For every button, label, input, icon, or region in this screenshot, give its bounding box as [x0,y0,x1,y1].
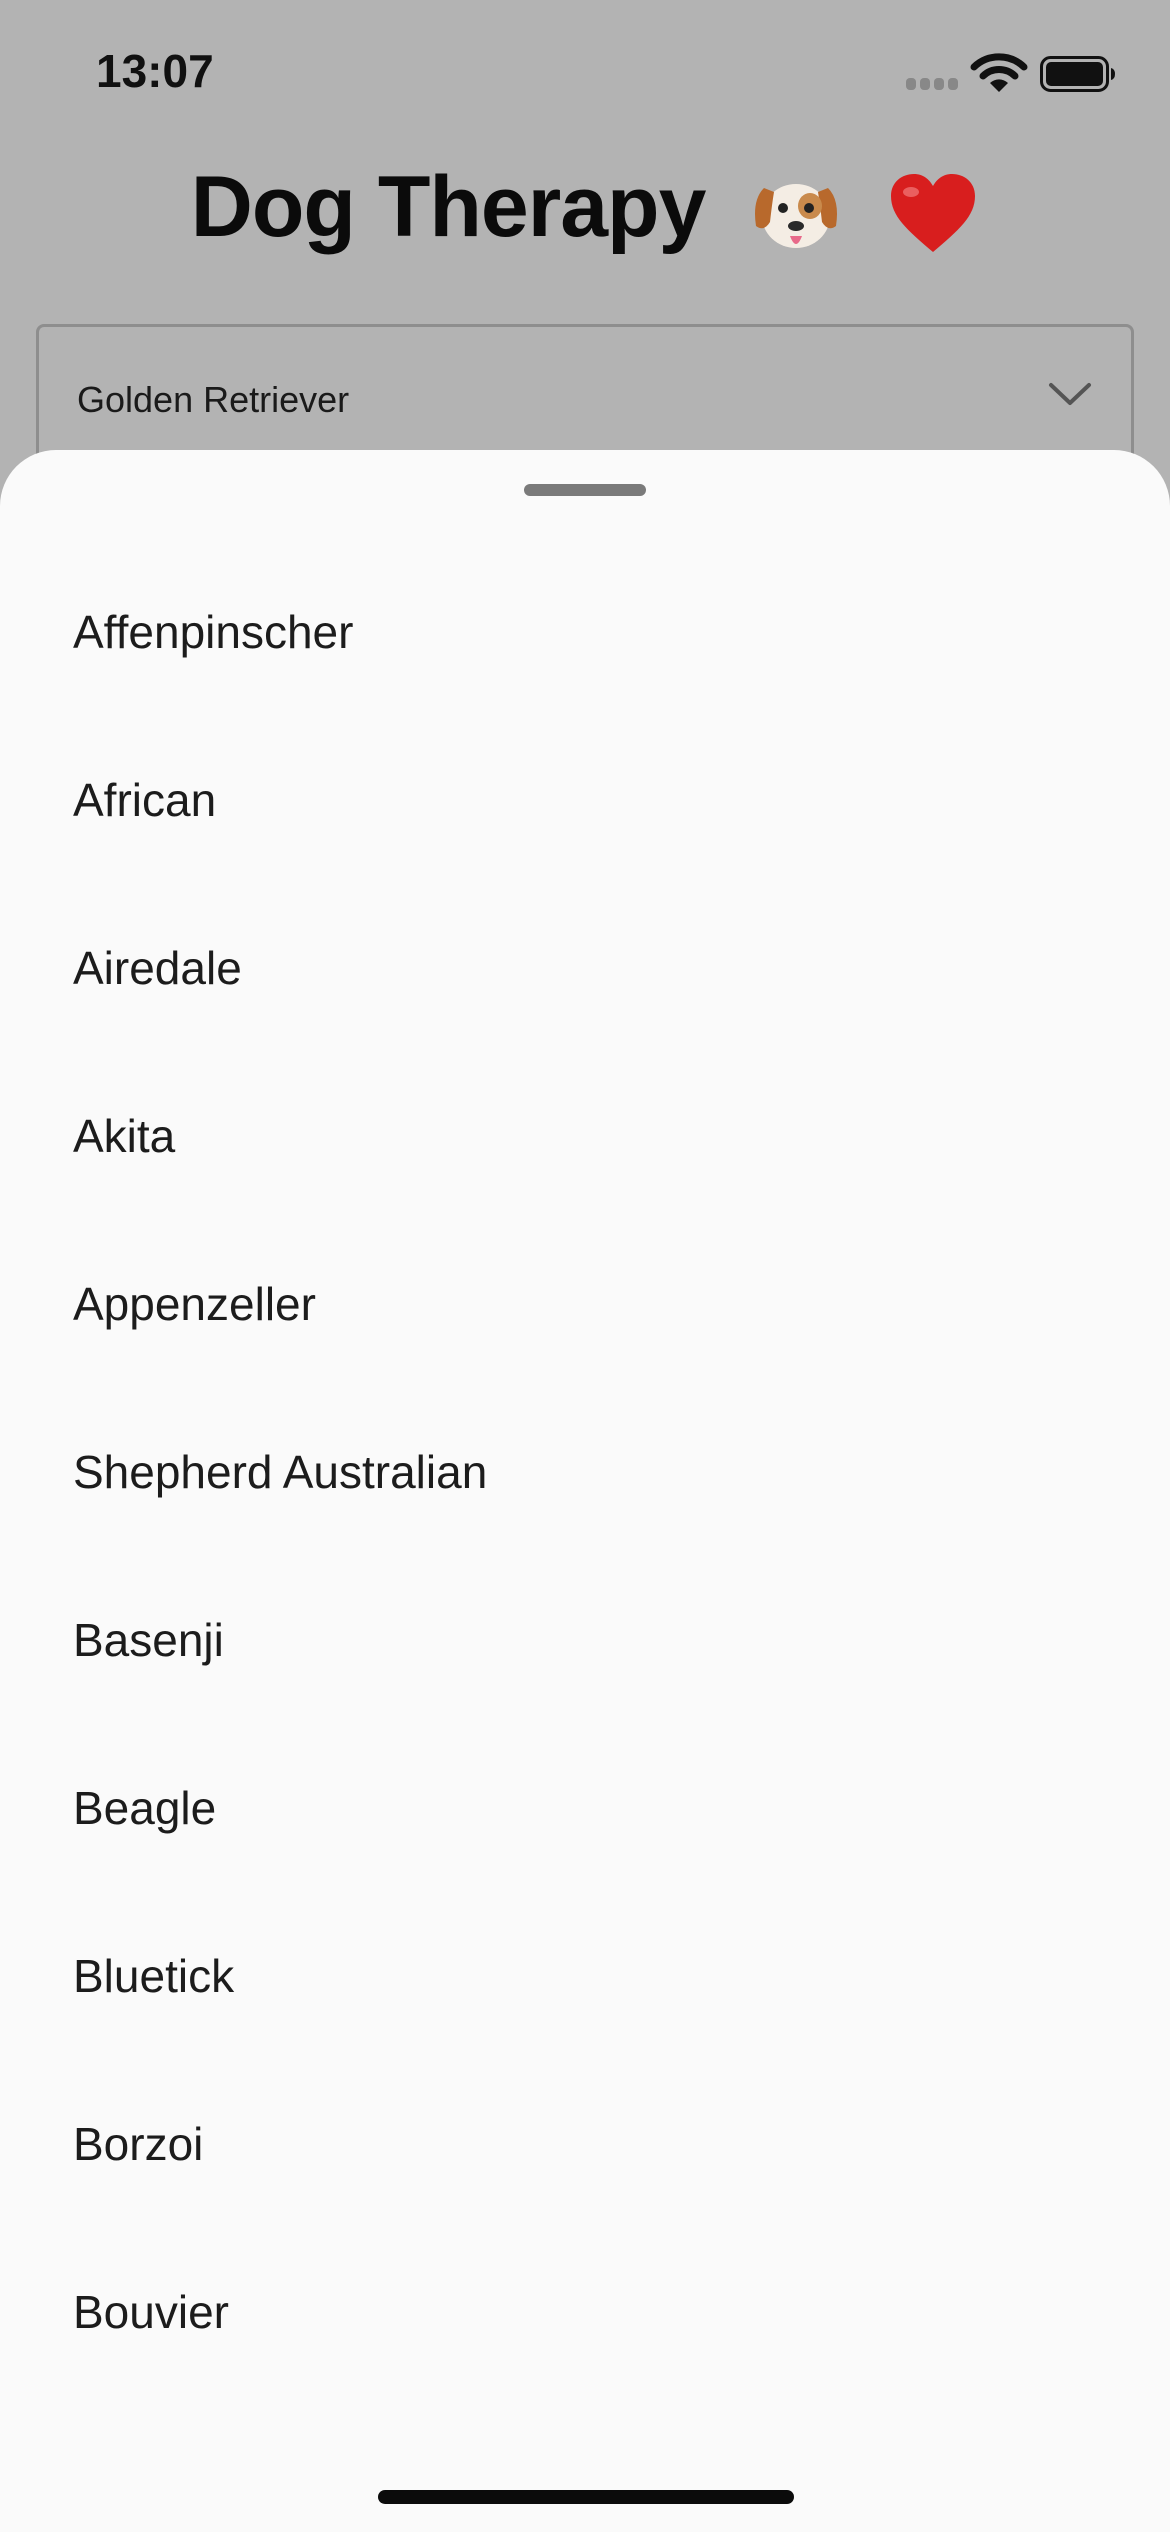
dog-face-icon [755,184,838,249]
breed-option[interactable]: Beagle [0,1724,1170,1892]
breed-option[interactable]: Bluetick [0,1892,1170,2060]
status-bar: 13:07 [0,0,1170,140]
screen: 13:07 Dog Therapy Golden Retriever Affen… [0,0,1170,2532]
breed-list: Affenpinscher African Airedale Akita App… [0,548,1170,2396]
wifi-icon [970,53,1028,92]
breed-select-value: Golden Retriever [77,379,350,420]
red-heart-icon [891,174,976,253]
sheet-drag-handle[interactable] [524,484,646,496]
page-title: Dog Therapy [0,158,1170,257]
chevron-down-icon [1049,383,1091,405]
status-time: 13:07 [96,45,214,97]
breed-option[interactable]: Shepherd Australian [0,1388,1170,1556]
breed-option[interactable]: African [0,716,1170,884]
title-text: Dog Therapy [190,159,707,255]
breed-option[interactable]: Bouvier [0,2228,1170,2396]
breed-picker-sheet: Affenpinscher African Airedale Akita App… [0,450,1170,2532]
breed-option[interactable]: Airedale [0,884,1170,1052]
home-indicator[interactable] [378,2490,794,2504]
signal-icon [906,78,958,90]
breed-option[interactable]: Basenji [0,1556,1170,1724]
breed-option[interactable]: Borzoi [0,2060,1170,2228]
breed-option[interactable]: Appenzeller [0,1220,1170,1388]
breed-option[interactable]: Affenpinscher [0,548,1170,716]
battery-icon [1040,56,1115,92]
breed-option[interactable]: Akita [0,1052,1170,1220]
